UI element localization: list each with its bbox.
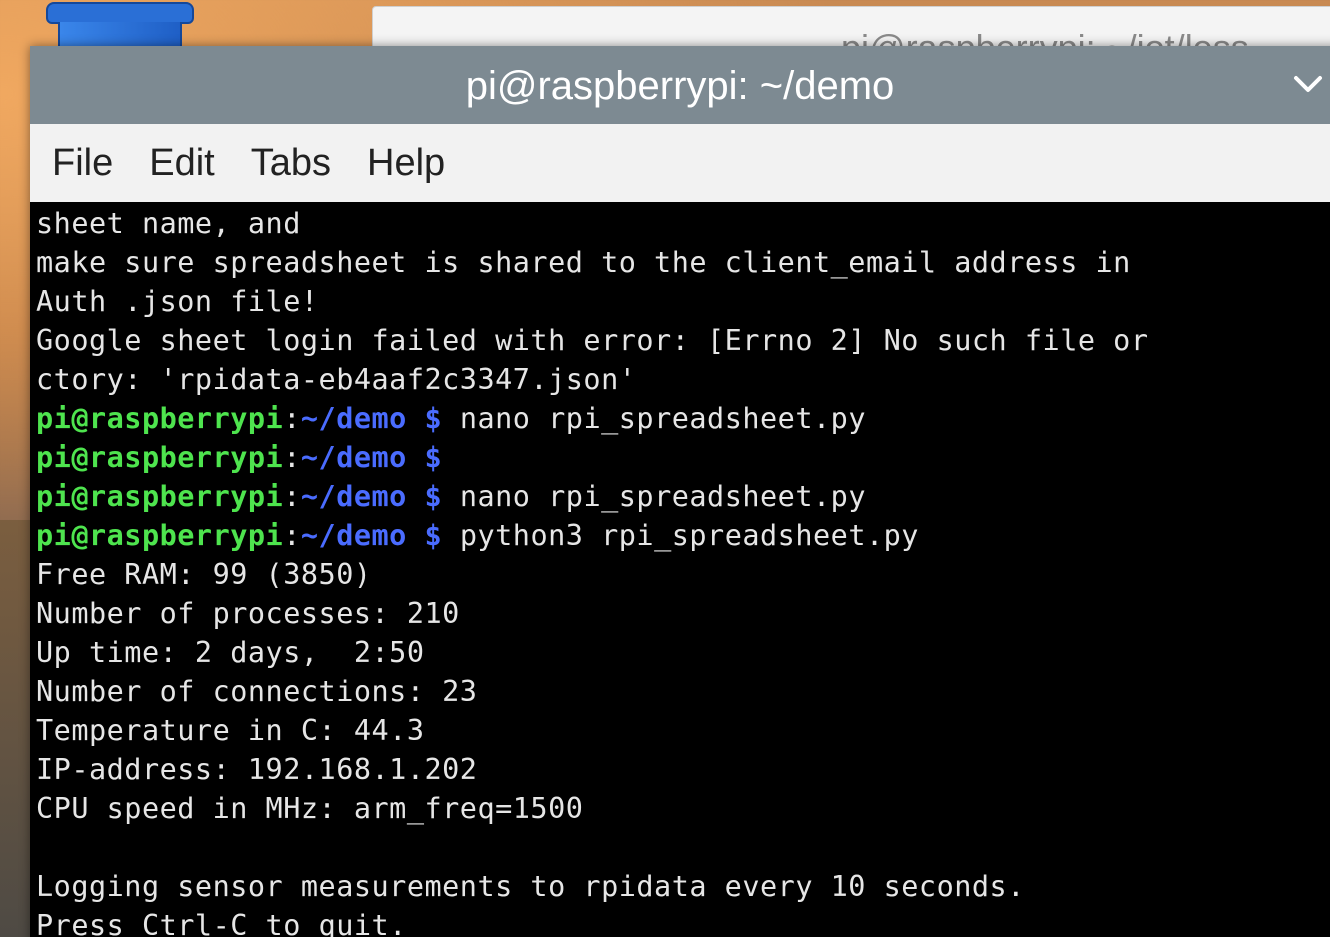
prompt-path: ~/demo bbox=[300, 480, 407, 513]
output-line: Up time: 2 days, 2:50 bbox=[36, 636, 425, 669]
prompt-line: pi@raspberrypi:~/demo $ python3 rpi_spre… bbox=[36, 516, 919, 555]
prompt-colon: : bbox=[283, 441, 301, 474]
prompt-user: pi@raspberrypi bbox=[36, 441, 284, 474]
output-line: Number of processes: 210 bbox=[36, 597, 460, 630]
prompt-line: pi@raspberrypi:~/demo $ bbox=[36, 438, 442, 477]
output-line: Auth .json file! bbox=[36, 285, 319, 318]
prompt-user: pi@raspberrypi bbox=[36, 480, 284, 513]
prompt-path: ~/demo bbox=[300, 519, 407, 552]
menu-tabs[interactable]: Tabs bbox=[233, 124, 349, 202]
menu-file[interactable]: File bbox=[30, 124, 131, 202]
output-line: CPU speed in MHz: arm_freq=1500 bbox=[36, 792, 584, 825]
window-menu-button[interactable] bbox=[1288, 64, 1328, 104]
prompt-colon: : bbox=[283, 402, 301, 435]
prompt-line: pi@raspberrypi:~/demo $ nano rpi_spreads… bbox=[36, 477, 866, 516]
terminal-titlebar[interactable]: pi@raspberrypi: ~/demo bbox=[30, 46, 1330, 124]
prompt-path: ~/demo bbox=[300, 402, 407, 435]
prompt-colon: : bbox=[283, 519, 301, 552]
prompt-dollar: $ bbox=[406, 480, 443, 513]
menu-edit[interactable]: Edit bbox=[131, 124, 232, 202]
output-line: Press Ctrl-C to quit. bbox=[36, 909, 407, 937]
output-line: ctory: 'rpidata-eb4aaf2c3347.json' bbox=[36, 363, 637, 396]
output-line: make sure spreadsheet is shared to the c… bbox=[36, 246, 1131, 279]
terminal-window[interactable]: pi@raspberrypi: ~/demo File Edit Tabs He… bbox=[30, 46, 1330, 937]
prompt-colon: : bbox=[283, 480, 301, 513]
chevron-down-icon bbox=[1294, 76, 1322, 92]
prompt-dollar: $ bbox=[406, 441, 443, 474]
output-line: Logging sensor measurements to rpidata e… bbox=[36, 870, 1025, 903]
prompt-command: nano rpi_spreadsheet.py bbox=[442, 480, 866, 513]
output-line: sheet name, and bbox=[36, 207, 301, 240]
prompt-user: pi@raspberrypi bbox=[36, 402, 284, 435]
prompt-command: nano rpi_spreadsheet.py bbox=[442, 402, 866, 435]
terminal-output[interactable]: sheet name, and make sure spreadsheet is… bbox=[30, 202, 1330, 937]
prompt-dollar: $ bbox=[406, 519, 443, 552]
output-line: Free RAM: 99 (3850) bbox=[36, 558, 372, 591]
prompt-line: pi@raspberrypi:~/demo $ nano rpi_spreads… bbox=[36, 399, 866, 438]
output-line: Temperature in C: 44.3 bbox=[36, 714, 425, 747]
output-line: IP-address: 192.168.1.202 bbox=[36, 753, 478, 786]
menu-help[interactable]: Help bbox=[349, 124, 463, 202]
prompt-dollar: $ bbox=[406, 402, 443, 435]
prompt-command: python3 rpi_spreadsheet.py bbox=[442, 519, 919, 552]
prompt-path: ~/demo bbox=[300, 441, 407, 474]
window-title: pi@raspberrypi: ~/demo bbox=[465, 64, 895, 108]
menu-bar: File Edit Tabs Help bbox=[30, 124, 1330, 202]
output-line: Number of connections: 23 bbox=[36, 675, 478, 708]
output-line: Google sheet login failed with error: [E… bbox=[36, 324, 1149, 357]
prompt-user: pi@raspberrypi bbox=[36, 519, 284, 552]
